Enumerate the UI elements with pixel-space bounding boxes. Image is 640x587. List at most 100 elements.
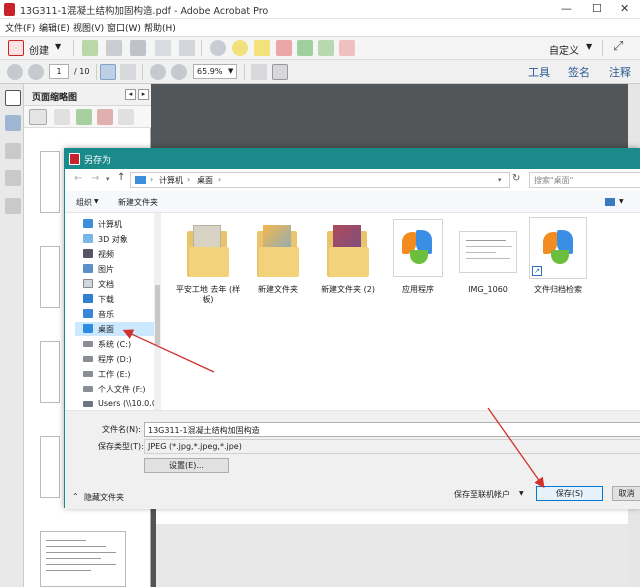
menu-file[interactable]: 文件(F) [5, 21, 35, 34]
menu-window[interactable]: 窗口(W) [107, 21, 141, 34]
print-icon[interactable] [130, 40, 146, 56]
chevron-down-icon[interactable]: ▼ [519, 490, 524, 497]
menu-edit[interactable]: 编辑(E) [39, 21, 70, 34]
file-item[interactable]: 新建文件夹 (2) [315, 217, 381, 303]
rotate-thumb-icon[interactable] [118, 109, 134, 125]
fit-page-icon[interactable] [251, 64, 267, 80]
layers-icon[interactable] [5, 170, 21, 186]
page-number-input[interactable]: 1 [49, 64, 69, 79]
filename-input[interactable]: 13G311-1混凝土结构加固构造 [144, 422, 640, 437]
page-thumbnail[interactable] [40, 531, 126, 587]
open-folder-icon[interactable] [82, 40, 98, 56]
chevron-down-icon[interactable]: ▼ [228, 67, 233, 75]
page-thumbnails-icon[interactable] [5, 90, 21, 106]
tab-comment[interactable]: 注释 [609, 64, 631, 80]
chevron-down-icon[interactable]: ▼ [619, 198, 624, 205]
close-button[interactable]: ✕ [620, 2, 629, 15]
page-thumbnail[interactable] [40, 246, 60, 308]
filetype-select[interactable]: JPEG (*.jpg,*.jpeg,*.jpe) [144, 439, 640, 454]
tree-item-drive-e[interactable]: 工作 (E:) [75, 367, 155, 381]
breadcrumb-desktop[interactable]: 桌面 [197, 175, 213, 186]
refresh-icon[interactable]: ↻ [512, 173, 520, 184]
settings-button[interactable]: 设置(E)... [144, 458, 229, 473]
insert-page-icon[interactable] [297, 40, 313, 56]
address-bar[interactable]: › 计算机 › 桌面 › ▾ [130, 172, 510, 188]
file-item[interactable]: 平安工地 去年 (样板) [175, 217, 241, 304]
search-input[interactable]: 搜索"桌面" [529, 172, 640, 188]
remove-page-icon[interactable] [276, 40, 292, 56]
tree-item-computer[interactable]: 计算机 [75, 217, 155, 231]
page-thumbnail[interactable] [40, 436, 60, 498]
cancel-button[interactable]: 取消 [612, 486, 640, 501]
attachment-icon[interactable] [5, 143, 21, 159]
chevron-down-icon[interactable]: ▾ [498, 176, 502, 184]
save-button[interactable]: 保存(S) [536, 486, 603, 501]
tree-item-network[interactable]: Users (\\10.0.0 [75, 397, 157, 411]
forward-icon[interactable]: → [91, 173, 99, 184]
zoom-in-icon[interactable] [171, 64, 187, 80]
options-icon[interactable] [29, 109, 47, 125]
page-thumbnail[interactable] [40, 151, 60, 213]
insert-thumb-icon[interactable] [54, 109, 70, 125]
hand-icon[interactable] [120, 64, 136, 80]
organize-button[interactable]: 组织 [76, 197, 92, 208]
email-icon[interactable] [179, 40, 195, 56]
edit-icon[interactable] [155, 40, 171, 56]
tree-item-3d-objects[interactable]: 3D 对象 [75, 232, 155, 246]
tree-scrollbar[interactable] [154, 213, 161, 410]
minimize-button[interactable]: — [561, 2, 572, 15]
chevron-down-icon[interactable]: ▼ [55, 42, 61, 51]
chevron-up-icon[interactable]: ⌃ [72, 492, 79, 501]
highlight-icon[interactable] [254, 40, 270, 56]
file-item[interactable]: IMG_1060 [455, 217, 521, 303]
maximize-button[interactable]: ☐ [592, 2, 602, 15]
delete-thumb-icon[interactable] [97, 109, 113, 125]
full-screen-icon[interactable] [272, 64, 288, 80]
customize-button[interactable]: 自定义 [549, 42, 579, 57]
extract-page-icon[interactable] [318, 40, 334, 56]
menu-help[interactable]: 帮助(H) [144, 21, 176, 34]
expand-icon[interactable]: ⤢ [613, 39, 623, 54]
tree-item-drive-c[interactable]: 系统 (C:) [75, 337, 155, 351]
view-options-icon[interactable] [605, 198, 615, 206]
tree-item-pictures[interactable]: 图片 [75, 262, 155, 276]
file-item[interactable]: ↗ 文件归档检索 [525, 217, 591, 303]
save-online-button[interactable]: 保存至联机帐户 [454, 489, 510, 500]
comment-icon[interactable] [232, 40, 248, 56]
chevron-down-icon[interactable]: ▼ [586, 42, 592, 51]
chevron-down-icon[interactable]: ▾ [106, 175, 110, 183]
zoom-out-icon[interactable] [150, 64, 166, 80]
page-thumbnail[interactable] [40, 341, 60, 403]
tab-sign[interactable]: 签名 [568, 64, 590, 80]
file-item[interactable]: 新建文件夹 [245, 217, 311, 303]
tree-item-drive-f[interactable]: 个人文件 (F:) [75, 382, 155, 396]
file-item[interactable]: 应用程序 [385, 217, 451, 303]
tree-item-documents[interactable]: 文档 [75, 277, 155, 291]
export-pdf-icon[interactable] [339, 40, 355, 56]
signature-icon[interactable] [5, 198, 21, 214]
back-icon[interactable]: ← [74, 173, 82, 184]
menu-view[interactable]: 视图(V) [73, 21, 104, 34]
previous-page-icon[interactable] [7, 64, 23, 80]
new-folder-button[interactable]: 新建文件夹 [118, 197, 158, 208]
tab-tools[interactable]: 工具 [528, 64, 550, 80]
chevron-down-icon[interactable]: ▼ [94, 198, 99, 205]
tree-item-downloads[interactable]: 下载 [75, 292, 155, 306]
up-icon[interactable]: ↑ [117, 172, 125, 183]
tree-item-drive-d[interactable]: 程序 (D:) [75, 352, 155, 366]
expand-pane-icon[interactable]: ▸ [138, 89, 149, 100]
select-cursor-icon[interactable] [100, 64, 116, 80]
tree-item-desktop[interactable]: 桌面 [75, 322, 155, 336]
horizontal-scrollbar[interactable] [65, 410, 640, 419]
collapse-icon[interactable]: ◂ [125, 89, 136, 100]
tree-item-video[interactable]: 视频 [75, 247, 155, 261]
save-icon[interactable] [106, 40, 122, 56]
tree-item-music[interactable]: 音乐 [75, 307, 155, 321]
replace-thumb-icon[interactable] [76, 109, 92, 125]
gear-icon[interactable] [210, 40, 226, 56]
bookmark-icon[interactable] [5, 115, 21, 131]
next-page-icon[interactable] [28, 64, 44, 80]
breadcrumb-computer[interactable]: 计算机 [159, 175, 183, 186]
hide-folders-toggle[interactable]: 隐藏文件夹 [84, 492, 124, 503]
create-button[interactable]: 创建 [29, 42, 49, 57]
